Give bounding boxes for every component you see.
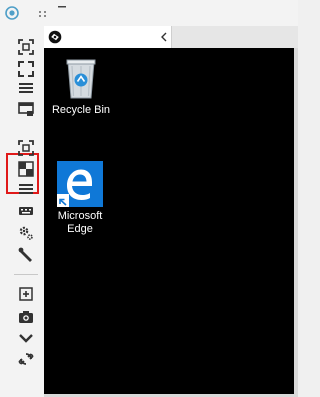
layout-button[interactable] <box>17 160 35 178</box>
menu-icon <box>19 83 33 93</box>
window-button[interactable] <box>17 100 35 118</box>
menu-icon <box>19 184 33 194</box>
title-bar <box>0 0 298 26</box>
session-tab[interactable] <box>44 26 172 48</box>
edge-label-line2: Edge <box>67 223 93 235</box>
minimize-icon[interactable] <box>57 4 67 10</box>
layout-icon <box>18 161 34 177</box>
focus-icon <box>18 39 34 55</box>
keyboard-button[interactable] <box>17 202 35 220</box>
add-window-icon <box>19 287 33 301</box>
menu-button-2[interactable] <box>17 180 35 198</box>
settings-icon <box>19 226 33 240</box>
tab-bar <box>44 26 298 48</box>
drag-handle-icon[interactable] <box>38 10 48 18</box>
remote-desktop[interactable]: Recycle Bin Microsoft Edge <box>44 48 294 394</box>
wrench-icon <box>18 247 32 262</box>
chevron-down-icon <box>19 334 33 343</box>
recycle-bin-label: Recycle Bin <box>51 104 111 116</box>
menu-button[interactable] <box>17 79 35 97</box>
expand-button[interactable] <box>17 329 35 347</box>
app-logo-icon[interactable] <box>5 6 19 20</box>
toolbar-separator <box>14 274 38 275</box>
window-frame-right <box>294 48 298 397</box>
tab-strip-empty <box>172 26 298 48</box>
session-icon <box>48 30 62 44</box>
screenshot-button[interactable] <box>17 308 35 326</box>
edge-label-line1: Microsoft <box>57 210 103 222</box>
fullscreen-button[interactable] <box>17 60 35 78</box>
chevron-left-icon[interactable] <box>160 32 168 42</box>
focus-button-highlighted[interactable] <box>17 139 35 157</box>
add-window-button[interactable] <box>17 285 35 303</box>
window-icon <box>18 102 34 116</box>
camera-icon <box>19 311 33 323</box>
link-icon <box>18 353 34 365</box>
recycle-bin-desktop-icon[interactable]: Recycle Bin <box>46 57 116 117</box>
fullscreen-icon <box>18 61 34 77</box>
microsoft-edge-desktop-icon[interactable]: Microsoft Edge <box>45 161 115 236</box>
link-button[interactable] <box>17 350 35 368</box>
settings-button[interactable] <box>17 224 35 242</box>
microsoft-edge-icon <box>57 161 103 207</box>
tools-button[interactable] <box>17 246 35 264</box>
focus-icon <box>18 140 34 156</box>
recycle-bin-icon <box>66 59 96 99</box>
keyboard-icon <box>19 207 33 215</box>
session-toolbar <box>0 26 44 397</box>
focus-button[interactable] <box>17 38 35 56</box>
